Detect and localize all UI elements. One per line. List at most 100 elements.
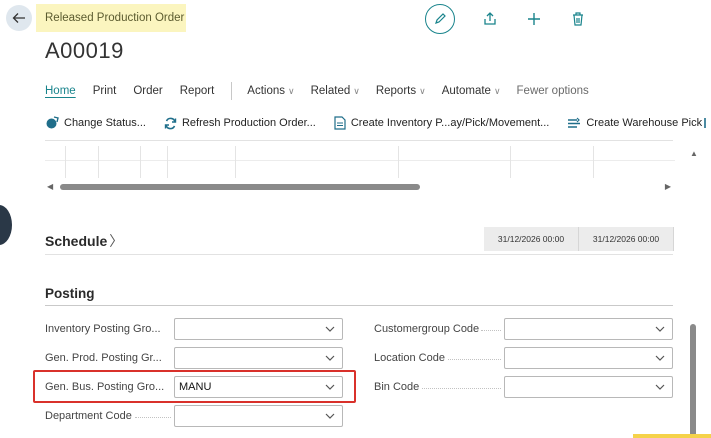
- label-leader-dots: [135, 417, 171, 418]
- refresh-production-order-button[interactable]: Refresh Production Order...: [164, 117, 316, 130]
- gen-prod-posting-group-field: Gen. Prod. Posting Gr...: [45, 347, 345, 369]
- grid-col-line: [235, 146, 236, 178]
- vertical-scrollbar-thumb[interactable]: [690, 324, 696, 438]
- new-button[interactable]: [525, 10, 543, 28]
- trash-icon: [573, 12, 583, 26]
- create-warehouse-pick-button[interactable]: Create Warehouse Pick: [567, 117, 702, 130]
- highlight-annotation: [33, 370, 356, 403]
- change-status-icon: [46, 116, 59, 129]
- menu-reports[interactable]: Reports ∨: [376, 85, 426, 97]
- menu-reports-label: Reports: [375, 85, 417, 97]
- edit-button[interactable]: [425, 4, 455, 34]
- bin-code-select[interactable]: [504, 376, 673, 398]
- horizontal-scrollbar[interactable]: ◀ ▶: [45, 181, 675, 195]
- chevron-down-icon: ∨: [353, 86, 360, 96]
- location-code-select[interactable]: [504, 347, 673, 369]
- refresh-production-order-label: Refresh Production Order...: [181, 117, 316, 129]
- chevron-down-icon: [655, 384, 665, 390]
- actionbar-separator: [231, 82, 233, 100]
- scroll-right-icon[interactable]: ▶: [665, 182, 671, 191]
- share-icon: [484, 12, 496, 25]
- side-panel-handle[interactable]: [0, 205, 12, 245]
- posting-divider: [45, 305, 673, 306]
- refresh-icon: [164, 117, 177, 129]
- grid-col-line: [98, 146, 99, 178]
- chevron-down-icon: ∨: [419, 86, 426, 96]
- scroll-left-icon[interactable]: ◀: [47, 182, 53, 191]
- tab-home[interactable]: Home: [45, 85, 76, 97]
- menu-automate[interactable]: Automate ∨: [442, 85, 501, 97]
- location-code-field: Location Code: [374, 347, 674, 369]
- overflow-icon[interactable]: [704, 117, 711, 129]
- promoted-actions-toolbar: Change Status... Refresh Production Orde…: [45, 110, 711, 136]
- gen-prod-posting-group-select[interactable]: [174, 347, 343, 369]
- toolbar-divider: [45, 140, 673, 141]
- customergroup-code-select[interactable]: [504, 318, 673, 340]
- schedule-end-datetime: 31/12/2026 00:00: [579, 227, 674, 251]
- schedule-start-datetime: 31/12/2026 00:00: [484, 227, 579, 251]
- label-leader-dots: [422, 388, 501, 389]
- grid-col-line: [167, 146, 168, 178]
- tab-print[interactable]: Print: [93, 85, 117, 97]
- create-inventory-label: Create Inventory P...ay/Pick/Movement...: [350, 117, 550, 129]
- field-label: Customergroup Code: [374, 323, 480, 335]
- chevron-down-icon: ∨: [288, 86, 295, 96]
- grid-col-line: [593, 146, 594, 178]
- field-label: Location Code: [374, 352, 445, 364]
- lines-grid: [45, 146, 675, 178]
- change-status-button[interactable]: Change Status...: [45, 116, 146, 130]
- create-inventory-button[interactable]: Create Inventory P...ay/Pick/Movement...: [334, 116, 550, 130]
- chevron-down-icon: ∨: [493, 86, 501, 96]
- bin-code-field: Bin Code: [374, 376, 674, 398]
- schedule-title: Schedule: [45, 233, 108, 249]
- inventory-posting-group-select[interactable]: [174, 318, 343, 340]
- action-bar: Home Print Order Report Actions ∨ Related…: [45, 78, 589, 104]
- menu-related-label: Related: [310, 85, 351, 97]
- back-button[interactable]: [6, 5, 32, 31]
- fewer-options-button[interactable]: Fewer options: [517, 85, 589, 97]
- menu-actions-label: Actions: [247, 85, 285, 97]
- chevron-down-icon: [325, 326, 335, 332]
- field-label: Gen. Prod. Posting Gr...: [45, 352, 162, 364]
- label-leader-dots: [481, 330, 501, 331]
- inventory-posting-group-field: Inventory Posting Gro...: [45, 318, 345, 340]
- grid-col-line: [65, 146, 66, 178]
- label-leader-dots: [448, 359, 501, 360]
- notification-strip: [633, 434, 711, 438]
- chevron-right-icon: 〉: [109, 233, 124, 249]
- back-arrow-icon: [12, 13, 25, 23]
- chevron-down-icon: [325, 355, 335, 361]
- grid-col-line: [140, 146, 141, 178]
- share-button[interactable]: [481, 10, 499, 28]
- menu-actions[interactable]: Actions ∨: [247, 85, 294, 97]
- page-caption: Released Production Order: [36, 4, 186, 32]
- department-code-field: Department Code: [45, 405, 345, 427]
- field-label: Department Code: [45, 410, 132, 422]
- scrollbar-thumb[interactable]: [60, 184, 420, 190]
- grid-col-line: [398, 146, 399, 178]
- change-status-label: Change Status...: [64, 117, 146, 129]
- delete-button[interactable]: [569, 10, 587, 28]
- field-label: Bin Code: [374, 381, 420, 393]
- document-icon: [334, 116, 346, 130]
- create-warehouse-pick-label: Create Warehouse Pick: [586, 117, 703, 129]
- grid-col-line: [510, 146, 511, 178]
- chevron-down-icon: [655, 355, 665, 361]
- posting-section-header[interactable]: Posting: [45, 286, 95, 301]
- department-code-select[interactable]: [174, 405, 343, 427]
- scroll-up-icon[interactable]: ▲: [690, 149, 698, 158]
- plus-icon: [528, 13, 540, 25]
- tab-report[interactable]: Report: [180, 85, 215, 97]
- pencil-icon: [435, 13, 446, 24]
- menu-related[interactable]: Related ∨: [311, 85, 360, 97]
- header-actions: [425, 4, 587, 34]
- tab-order[interactable]: Order: [133, 85, 162, 97]
- customergroup-code-field: Customergroup Code: [374, 318, 674, 340]
- schedule-summary: 31/12/2026 00:00 31/12/2026 00:00: [484, 227, 674, 251]
- warehouse-pick-icon: [568, 117, 581, 128]
- chevron-down-icon: [655, 326, 665, 332]
- schedule-divider: [45, 254, 673, 255]
- schedule-section-header[interactable]: Schedule 〉: [45, 231, 123, 251]
- menu-automate-label: Automate: [441, 85, 491, 97]
- chevron-down-icon: [325, 413, 335, 419]
